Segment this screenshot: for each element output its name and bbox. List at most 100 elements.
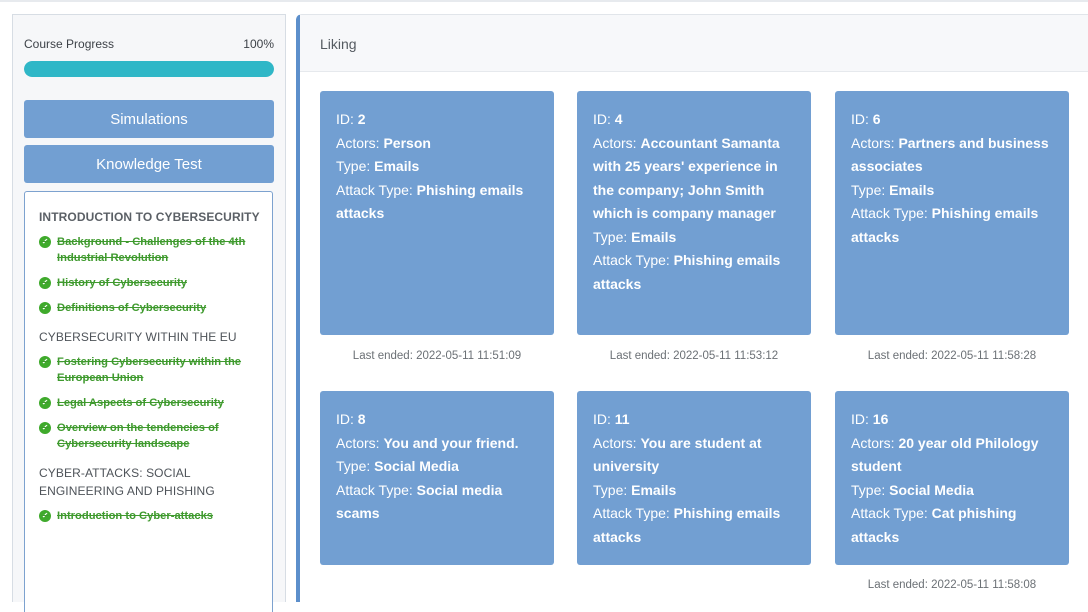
card-type-value: Emails: [374, 158, 420, 174]
lesson-label: Legal Aspects of Cybersecurity: [57, 397, 224, 409]
card-actors-label: Actors:: [593, 134, 637, 151]
simulation-card[interactable]: ID: 6 Actors: Partners and business asso…: [835, 91, 1069, 335]
course-outline: INTRODUCTION TO CYBERSECURITY ✔ Backgrou…: [24, 191, 273, 612]
simulation-card[interactable]: ID: 2 Actors: Person Type: Emails Attack…: [320, 91, 554, 335]
card-id: ID: 11: [593, 408, 795, 432]
last-ended-timestamp: Last ended: 2022-05-11 11:53:12: [609, 350, 779, 362]
card-id: ID: 2: [336, 108, 538, 132]
check-circle-icon: ✔: [39, 302, 51, 314]
lesson-link[interactable]: ✔ Overview on the tendencies of Cybersec…: [39, 420, 260, 452]
card-id: ID: 8: [336, 408, 538, 432]
card-actors-label: Actors:: [593, 434, 637, 451]
card-actors-value: You and your friend.: [383, 434, 519, 451]
card-id-label: ID:: [851, 411, 869, 427]
card-id-label: ID:: [593, 411, 611, 427]
card-actors-value: Person: [383, 134, 431, 151]
card-attack-type: Attack Type: Phishing emails attacks: [851, 202, 1053, 249]
simulation-card[interactable]: ID: 4 Actors: Accountant Samanta with 25…: [577, 91, 811, 335]
section-title: INTRODUCTION TO CYBERSECURITY: [39, 210, 260, 224]
card-type-label: Type:: [593, 481, 628, 498]
card-actors: Actors: You and your friend.: [336, 432, 538, 456]
card-id-value: 2: [357, 111, 366, 127]
card-attack-type-label: Attack Type:: [336, 181, 413, 198]
card-attack-type-label: Attack Type:: [593, 252, 670, 268]
card-type-label: Type:: [336, 158, 371, 174]
card-attack-type: Attack Type: Phishing emails attacks: [593, 502, 795, 549]
last-ended-timestamp: Last ended: 2022-05-11 11:51:09: [352, 350, 522, 362]
lesson-link[interactable]: ✔ Background - Challenges of the 4th Ind…: [39, 234, 260, 266]
card-type: Type: Emails: [593, 226, 795, 250]
lesson-link[interactable]: ✔ Introduction to Cyber-attacks: [39, 508, 260, 524]
card-attack-type-label: Attack Type:: [851, 205, 928, 221]
card-type-value: Emails: [631, 481, 677, 498]
knowledge-test-button[interactable]: Knowledge Test: [24, 145, 274, 183]
card-id: ID: 4: [593, 108, 795, 132]
panel-header: Liking: [300, 15, 1088, 72]
card-id-value: 8: [357, 411, 366, 427]
course-progress-value: 100%: [243, 37, 274, 51]
lesson-label: Background - Challenges of the 4th Indus…: [57, 236, 246, 264]
card-actors-label: Actors:: [851, 434, 895, 451]
lesson-link[interactable]: ✔ Definitions of Cybersecurity: [39, 300, 260, 316]
check-circle-icon: ✔: [39, 422, 51, 434]
card-type: Type: Emails: [851, 179, 1053, 203]
card-type-label: Type:: [851, 481, 886, 498]
lesson-link[interactable]: ✔ History of Cybersecurity: [39, 275, 260, 291]
card-attack-type: Attack Type: Social media scams: [336, 479, 538, 526]
card-actors: Actors: Person: [336, 132, 538, 156]
card-type-label: Type:: [851, 181, 886, 198]
card-id-value: 4: [614, 111, 623, 127]
last-ended-timestamp: Last ended: 2022-05-11 11:58:08: [867, 579, 1037, 591]
simulations-button[interactable]: Simulations: [24, 100, 274, 138]
course-progress-header: Course Progress 100%: [24, 37, 274, 51]
check-circle-icon: ✔: [39, 510, 51, 522]
card-id-label: ID:: [336, 111, 354, 127]
card-type: Type: Social Media: [851, 479, 1053, 503]
check-circle-icon: ✔: [39, 397, 51, 409]
card-actors: Actors: Accountant Samanta with 25 years…: [593, 132, 795, 226]
card-attack-type: Attack Type: Phishing emails attacks: [336, 179, 538, 226]
section-title: CYBERSECURITY WITHIN THE EU: [39, 330, 237, 344]
page-title: Liking: [320, 36, 357, 52]
card-attack-type: Attack Type: Cat phishing attacks: [851, 502, 1053, 549]
card-id: ID: 16: [851, 408, 1053, 432]
course-progress-fill: [24, 61, 274, 77]
card-type-value: Emails: [889, 181, 935, 198]
check-circle-icon: ✔: [39, 277, 51, 289]
lesson-label: Definitions of Cybersecurity: [57, 302, 207, 314]
card-type-value: Social Media: [374, 458, 459, 474]
last-ended-timestamp: Last ended: 2022-05-11 11:58:28: [867, 350, 1037, 362]
card-type: Type: Social Media: [336, 455, 538, 479]
card-id-label: ID:: [336, 411, 354, 427]
card-type-label: Type:: [336, 458, 371, 474]
card-type-value: Social Media: [889, 481, 974, 498]
check-circle-icon: ✔: [39, 236, 51, 248]
course-progress-label: Course Progress: [24, 37, 115, 51]
card-actors: Actors: You are student at university: [593, 432, 795, 479]
simulations-panel: Liking ID: 2 Actors: Person Type: Emails…: [296, 14, 1088, 602]
simulation-card[interactable]: ID: 16 Actors: 20 year old Philology stu…: [835, 391, 1069, 565]
card-id-value: 6: [872, 111, 881, 127]
card-attack-type-label: Attack Type:: [593, 505, 670, 521]
card-type-value: Emails: [631, 228, 677, 245]
card-actors-label: Actors:: [851, 134, 895, 151]
lesson-label: Overview on the tendencies of Cybersecur…: [57, 422, 219, 450]
card-type: Type: Emails: [336, 155, 538, 179]
card-id-label: ID:: [851, 111, 869, 127]
course-sidebar: Course Progress 100% Simulations Knowled…: [12, 14, 286, 612]
lesson-label: Introduction to Cyber-attacks: [57, 510, 214, 522]
lesson-link[interactable]: ✔ Fostering Cybersecurity within the Eur…: [39, 354, 260, 386]
card-id-value: 11: [614, 411, 630, 427]
simulation-card[interactable]: ID: 8 Actors: You and your friend. Type:…: [320, 391, 554, 565]
section-title: CYBER-ATTACKS: SOCIAL ENGINEERING AND PH…: [39, 466, 215, 498]
card-id-label: ID:: [593, 111, 611, 127]
card-attack-type: Attack Type: Phishing emails attacks: [593, 249, 795, 296]
card-attack-type-label: Attack Type:: [851, 505, 928, 521]
lesson-link[interactable]: ✔ Legal Aspects of Cybersecurity: [39, 395, 260, 411]
card-actors-label: Actors:: [336, 134, 380, 151]
card-actors-label: Actors:: [336, 434, 380, 451]
card-id-value: 16: [872, 411, 889, 427]
card-actors: Actors: 20 year old Philology student: [851, 432, 1053, 479]
simulation-card[interactable]: ID: 11 Actors: You are student at univer…: [577, 391, 811, 565]
lesson-label: Fostering Cybersecurity within the Europ…: [57, 356, 242, 384]
